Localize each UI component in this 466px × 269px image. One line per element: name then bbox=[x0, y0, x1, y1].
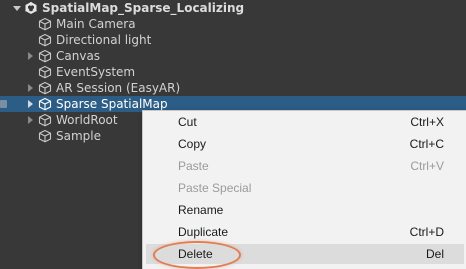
menu-item-shortcut: Ctrl+C bbox=[409, 137, 444, 151]
gameobject-cube-icon bbox=[38, 49, 52, 63]
hierarchy-item-label: Sample bbox=[56, 129, 101, 143]
menu-item-duplicate[interactable]: Duplicate Ctrl+D bbox=[146, 222, 464, 242]
gameobject-cube-icon bbox=[38, 113, 52, 127]
hierarchy-item-canvas[interactable]: Canvas bbox=[0, 48, 466, 64]
hierarchy-item-eventsystem[interactable]: EventSystem bbox=[0, 64, 466, 80]
menu-item-shortcut: Del bbox=[425, 247, 444, 261]
hierarchy-item-label: WorldRoot bbox=[56, 113, 118, 127]
gameobject-cube-icon bbox=[38, 81, 52, 95]
menu-item-label: Rename bbox=[178, 203, 224, 217]
menu-item-label: Cut bbox=[178, 115, 197, 129]
menu-item-shortcut: Ctrl+D bbox=[409, 225, 444, 239]
gameobject-cube-icon bbox=[38, 17, 52, 31]
expand-arrow-icon[interactable] bbox=[28, 52, 33, 60]
menu-item-copy[interactable]: Copy Ctrl+C bbox=[146, 134, 464, 154]
menu-item-label: Paste bbox=[178, 159, 209, 173]
hierarchy-panel: SpatialMap_Sparse_Localizing Main Camera… bbox=[0, 0, 466, 269]
hierarchy-item-label: Directional light bbox=[56, 33, 152, 47]
hierarchy-item-label: EventSystem bbox=[56, 65, 136, 79]
expand-arrow-icon[interactable] bbox=[28, 100, 33, 108]
hierarchy-item-main-camera[interactable]: Main Camera bbox=[0, 16, 466, 32]
menu-item-label: Delete bbox=[178, 247, 213, 261]
hierarchy-item-label: AR Session (EasyAR) bbox=[56, 81, 181, 95]
gameobject-cube-icon bbox=[38, 65, 52, 79]
menu-item-label: Paste Special bbox=[178, 181, 252, 195]
expand-arrow-icon[interactable] bbox=[28, 84, 33, 92]
scene-title: SpatialMap_Sparse_Localizing bbox=[42, 1, 245, 15]
menu-item-cut[interactable]: Cut Ctrl+X bbox=[146, 112, 464, 132]
menu-item-label: Duplicate bbox=[178, 225, 229, 239]
scene-root-row[interactable]: SpatialMap_Sparse_Localizing bbox=[0, 0, 466, 16]
prefab-marker-icon bbox=[0, 100, 7, 108]
unity-scene-icon bbox=[25, 2, 37, 14]
gameobject-cube-icon bbox=[38, 33, 52, 47]
hierarchy-item-label: Canvas bbox=[56, 49, 101, 63]
gameobject-cube-icon bbox=[38, 129, 52, 143]
hierarchy-item-ar-session[interactable]: AR Session (EasyAR) bbox=[0, 80, 466, 96]
menu-item-shortcut: Ctrl+X bbox=[410, 115, 444, 129]
expand-arrow-icon[interactable] bbox=[28, 116, 33, 124]
menu-item-label: Copy bbox=[178, 137, 207, 151]
expand-arrow-icon[interactable] bbox=[13, 6, 21, 11]
context-menu: Cut Ctrl+X Copy Ctrl+C Paste Ctrl+V Past… bbox=[142, 110, 466, 269]
hierarchy-item-directional-light[interactable]: Directional light bbox=[0, 32, 466, 48]
menu-item-shortcut: Ctrl+V bbox=[410, 159, 444, 173]
menu-item-paste[interactable]: Paste Ctrl+V bbox=[146, 156, 464, 176]
menu-item-delete[interactable]: Delete Del bbox=[146, 244, 464, 264]
gameobject-cube-icon bbox=[38, 97, 52, 111]
hierarchy-item-label: Main Camera bbox=[56, 17, 136, 31]
menu-item-rename[interactable]: Rename bbox=[146, 200, 464, 220]
menu-item-paste-special[interactable]: Paste Special bbox=[146, 178, 464, 198]
